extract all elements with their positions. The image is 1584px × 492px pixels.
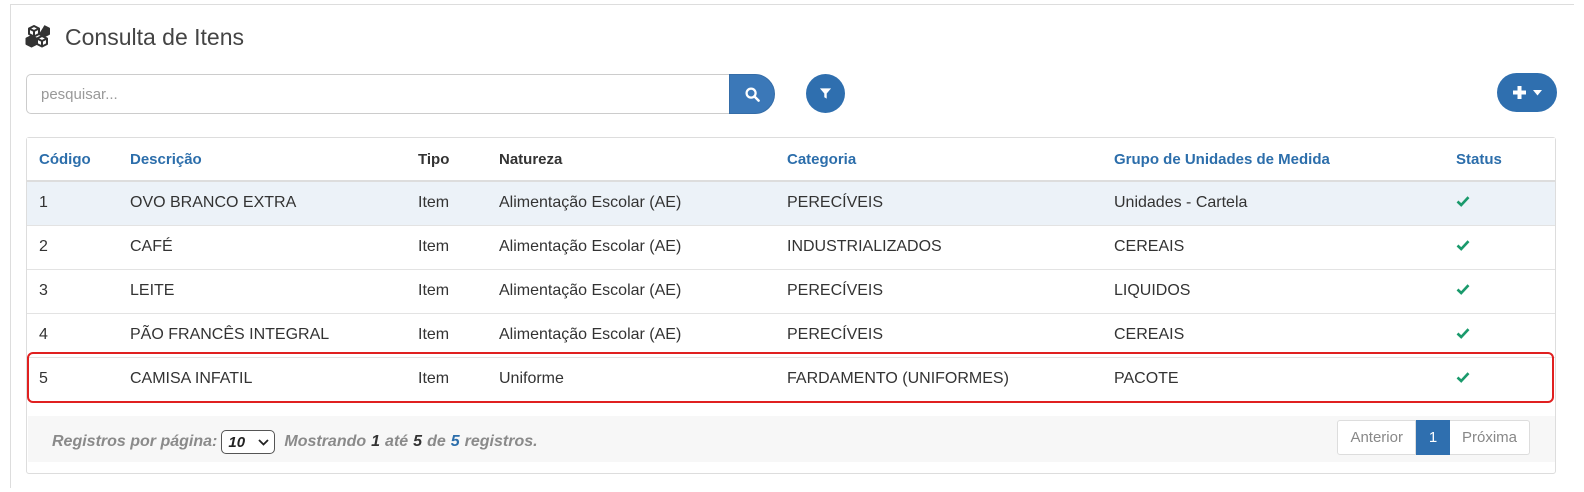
showing-label: Mostrando bbox=[284, 433, 367, 450]
check-icon bbox=[1456, 372, 1470, 383]
chevron-down-icon bbox=[258, 438, 269, 446]
table-row[interactable]: 5 CAMISA INFATIL Item Uniforme FARDAMENT… bbox=[27, 356, 1555, 401]
page-title: Consulta de Itens bbox=[65, 23, 245, 50]
cell-categoria: PERECÍVEIS bbox=[787, 181, 1114, 225]
cell-codigo: 5 bbox=[27, 356, 130, 401]
items-table: Código Descrição Tipo Natureza Categoria… bbox=[27, 138, 1555, 401]
cell-tipo: Item bbox=[418, 181, 499, 225]
cell-codigo: 2 bbox=[27, 224, 130, 269]
cell-grupo: PACOTE bbox=[1114, 356, 1456, 401]
cell-codigo: 4 bbox=[27, 312, 130, 357]
filter-button[interactable] bbox=[806, 74, 845, 113]
search-bar bbox=[26, 74, 775, 114]
cell-natureza: Alimentação Escolar (AE) bbox=[499, 268, 787, 313]
cell-tipo: Item bbox=[418, 224, 499, 269]
plus-icon bbox=[1512, 86, 1526, 99]
caret-down-icon bbox=[1532, 89, 1542, 95]
table-row[interactable]: 1 OVO BRANCO EXTRA Item Alimentação Esco… bbox=[27, 181, 1555, 225]
cell-natureza: Alimentação Escolar (AE) bbox=[499, 224, 787, 269]
table-row[interactable]: 4 PÃO FRANCÊS INTEGRAL Item Alimentação … bbox=[27, 312, 1555, 357]
table-row[interactable]: 3 LEITE Item Alimentação Escolar (AE) PE… bbox=[27, 268, 1555, 313]
table-row[interactable]: 2 CAFÉ Item Alimentação Escolar (AE) IND… bbox=[27, 224, 1555, 269]
pagination: Anterior 1 Próxima bbox=[1337, 420, 1530, 455]
records-info: Registros por página: 10 Mostrando 1 até… bbox=[52, 430, 538, 454]
cell-natureza: Alimentação Escolar (AE) bbox=[499, 312, 787, 357]
cell-natureza: Uniforme bbox=[499, 356, 787, 401]
search-input[interactable] bbox=[26, 74, 729, 114]
cell-status bbox=[1456, 181, 1555, 225]
search-button[interactable] bbox=[729, 74, 775, 114]
cell-descricao: CAFÉ bbox=[130, 224, 418, 269]
cell-descricao: CAMISA INFATIL bbox=[130, 356, 418, 401]
column-header-grupo[interactable]: Grupo de Unidades de Medida bbox=[1114, 138, 1456, 182]
pagination-next[interactable]: Próxima bbox=[1449, 420, 1530, 455]
cell-natureza: Alimentação Escolar (AE) bbox=[499, 181, 787, 225]
pagination-page-current[interactable]: 1 bbox=[1415, 420, 1450, 455]
per-page-value: 10 bbox=[228, 433, 246, 451]
table-footer: Registros por página: 10 Mostrando 1 até… bbox=[28, 416, 1555, 462]
showing-to: 5 bbox=[413, 433, 423, 450]
cell-categoria: PERECÍVEIS bbox=[787, 268, 1114, 313]
table-header-row: Código Descrição Tipo Natureza Categoria… bbox=[27, 138, 1555, 182]
cell-tipo: Item bbox=[418, 356, 499, 401]
cell-status bbox=[1456, 224, 1555, 269]
cell-status bbox=[1456, 268, 1555, 313]
cell-descricao: LEITE bbox=[130, 268, 418, 313]
cell-codigo: 1 bbox=[27, 181, 130, 225]
column-header-tipo: Tipo bbox=[418, 138, 499, 182]
per-page-label: Registros por página: bbox=[52, 433, 218, 450]
total-records: 5 bbox=[450, 433, 460, 450]
to-label: até bbox=[385, 433, 409, 450]
page-header: Consulta de Itens bbox=[25, 22, 244, 52]
cell-categoria: PERECÍVEIS bbox=[787, 312, 1114, 357]
cell-status bbox=[1456, 312, 1555, 357]
cell-status bbox=[1456, 356, 1555, 401]
column-header-natureza: Natureza bbox=[499, 138, 787, 182]
pagination-previous[interactable]: Anterior bbox=[1337, 420, 1416, 455]
cell-grupo: Unidades - Cartela bbox=[1114, 181, 1456, 225]
column-header-codigo[interactable]: Código bbox=[27, 138, 130, 182]
check-icon bbox=[1456, 327, 1470, 339]
items-table-container: Código Descrição Tipo Natureza Categoria… bbox=[26, 137, 1556, 474]
cell-grupo: CEREAIS bbox=[1114, 312, 1456, 357]
cell-tipo: Item bbox=[418, 268, 499, 313]
records-label: registros. bbox=[464, 433, 538, 450]
cubes-icon bbox=[25, 25, 50, 48]
cell-descricao: OVO BRANCO EXTRA bbox=[130, 181, 418, 225]
cell-categoria: FARDAMENTO (UNIFORMES) bbox=[787, 356, 1114, 401]
cell-grupo: CEREAIS bbox=[1114, 224, 1456, 269]
search-icon bbox=[744, 86, 760, 102]
check-icon bbox=[1456, 239, 1470, 251]
add-item-button[interactable] bbox=[1497, 73, 1557, 112]
cell-tipo: Item bbox=[418, 312, 499, 357]
cell-codigo: 3 bbox=[27, 268, 130, 313]
check-icon bbox=[1456, 283, 1470, 295]
showing-from: 1 bbox=[371, 433, 381, 450]
column-header-status[interactable]: Status bbox=[1456, 138, 1555, 182]
cell-descricao: PÃO FRANCÊS INTEGRAL bbox=[130, 312, 418, 357]
per-page-select[interactable]: 10 bbox=[221, 430, 276, 454]
column-header-descricao[interactable]: Descrição bbox=[130, 138, 418, 182]
of-label: de bbox=[427, 433, 446, 450]
filter-icon bbox=[819, 88, 832, 99]
cell-grupo: LIQUIDOS bbox=[1114, 268, 1456, 313]
column-header-categoria[interactable]: Categoria bbox=[787, 138, 1114, 182]
check-icon bbox=[1456, 196, 1470, 207]
cell-categoria: INDUSTRIALIZADOS bbox=[787, 224, 1114, 269]
